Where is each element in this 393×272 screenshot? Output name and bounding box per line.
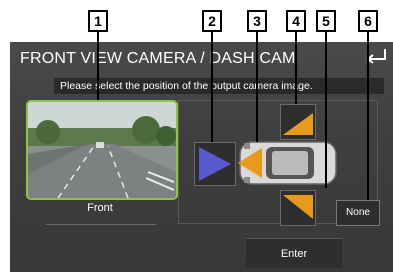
divider [46, 224, 156, 225]
callout-5: 5 [316, 10, 336, 32]
road-preview-image [28, 102, 176, 198]
callout-2: 2 [202, 10, 222, 32]
callout-leader [367, 32, 369, 200]
callout-leader [97, 32, 99, 100]
callout-1: 1 [88, 10, 108, 32]
callout-6: 6 [358, 10, 378, 32]
callout-3: 3 [247, 10, 267, 32]
left-side-camera-option[interactable] [280, 190, 316, 226]
front-camera-option[interactable] [26, 100, 178, 200]
camera-direction-icon [199, 147, 231, 181]
camera-direction-icon [283, 195, 313, 219]
camera-direction-icon [283, 113, 313, 135]
callout-leader [256, 32, 258, 142]
callout-leader [211, 32, 213, 142]
callout-leader [295, 32, 297, 104]
callout-4: 4 [286, 10, 306, 32]
page-title: FRONT VIEW CAMERA / DASH CAM [20, 50, 296, 67]
screen: FRONT VIEW CAMERA / DASH CAM Please sele… [10, 42, 393, 272]
front-label: Front [87, 202, 113, 214]
front-view-option[interactable] [194, 142, 236, 186]
right-side-camera-option[interactable] [280, 104, 316, 140]
instruction-text: Please select the position of the output… [54, 78, 384, 94]
none-button[interactable]: None [336, 200, 380, 226]
enter-button[interactable]: Enter [246, 238, 342, 268]
callout-leader [325, 32, 327, 188]
